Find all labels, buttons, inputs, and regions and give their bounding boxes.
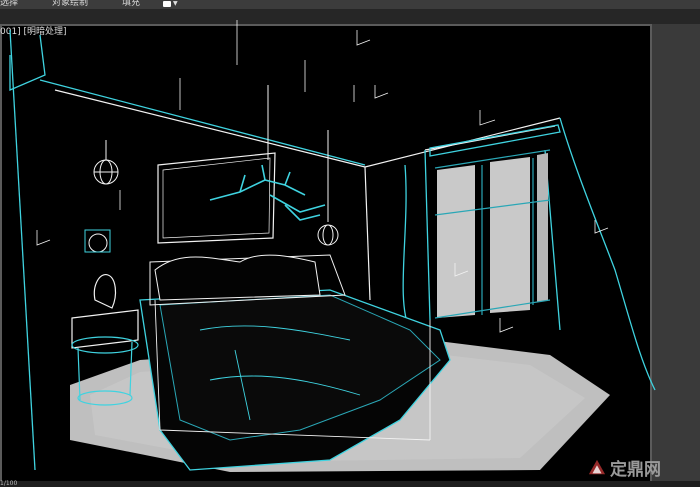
left-vertical-edge — [9, 34, 46, 91]
watermark-logo-icon — [588, 459, 606, 474]
watermark-text: 定鼎网 — [610, 460, 661, 480]
window-pane-left — [437, 165, 475, 318]
curtain-left — [402, 164, 411, 331]
axis-gizmo-5 — [499, 318, 514, 333]
window-frame-left — [424, 149, 431, 321]
ceiling-line — [54, 89, 366, 168]
watermark: 定鼎网 — [588, 455, 661, 480]
wall-corner-line — [364, 166, 371, 301]
status-bar: 1/100 — [0, 481, 700, 487]
ceiling-edge — [39, 79, 366, 166]
axis-gizmo-2 — [374, 85, 389, 99]
status-text: 1/100 — [0, 480, 18, 487]
pillows — [154, 254, 321, 301]
axis-gizmo-3 — [479, 110, 496, 126]
table-lamp-left — [84, 229, 111, 253]
pendant-lamp-left — [93, 140, 119, 185]
window-panes — [434, 149, 551, 319]
window-pane-right — [537, 153, 548, 302]
right-curtain — [559, 117, 656, 391]
window-pane-mid — [490, 157, 530, 313]
axis-gizmo-1 — [356, 30, 371, 46]
pendant-lamp-right — [317, 130, 339, 246]
left-wall-edge — [9, 29, 36, 471]
bedroom-wireframe-scene — [9, 20, 656, 472]
axis-gizmo-7 — [36, 230, 51, 246]
